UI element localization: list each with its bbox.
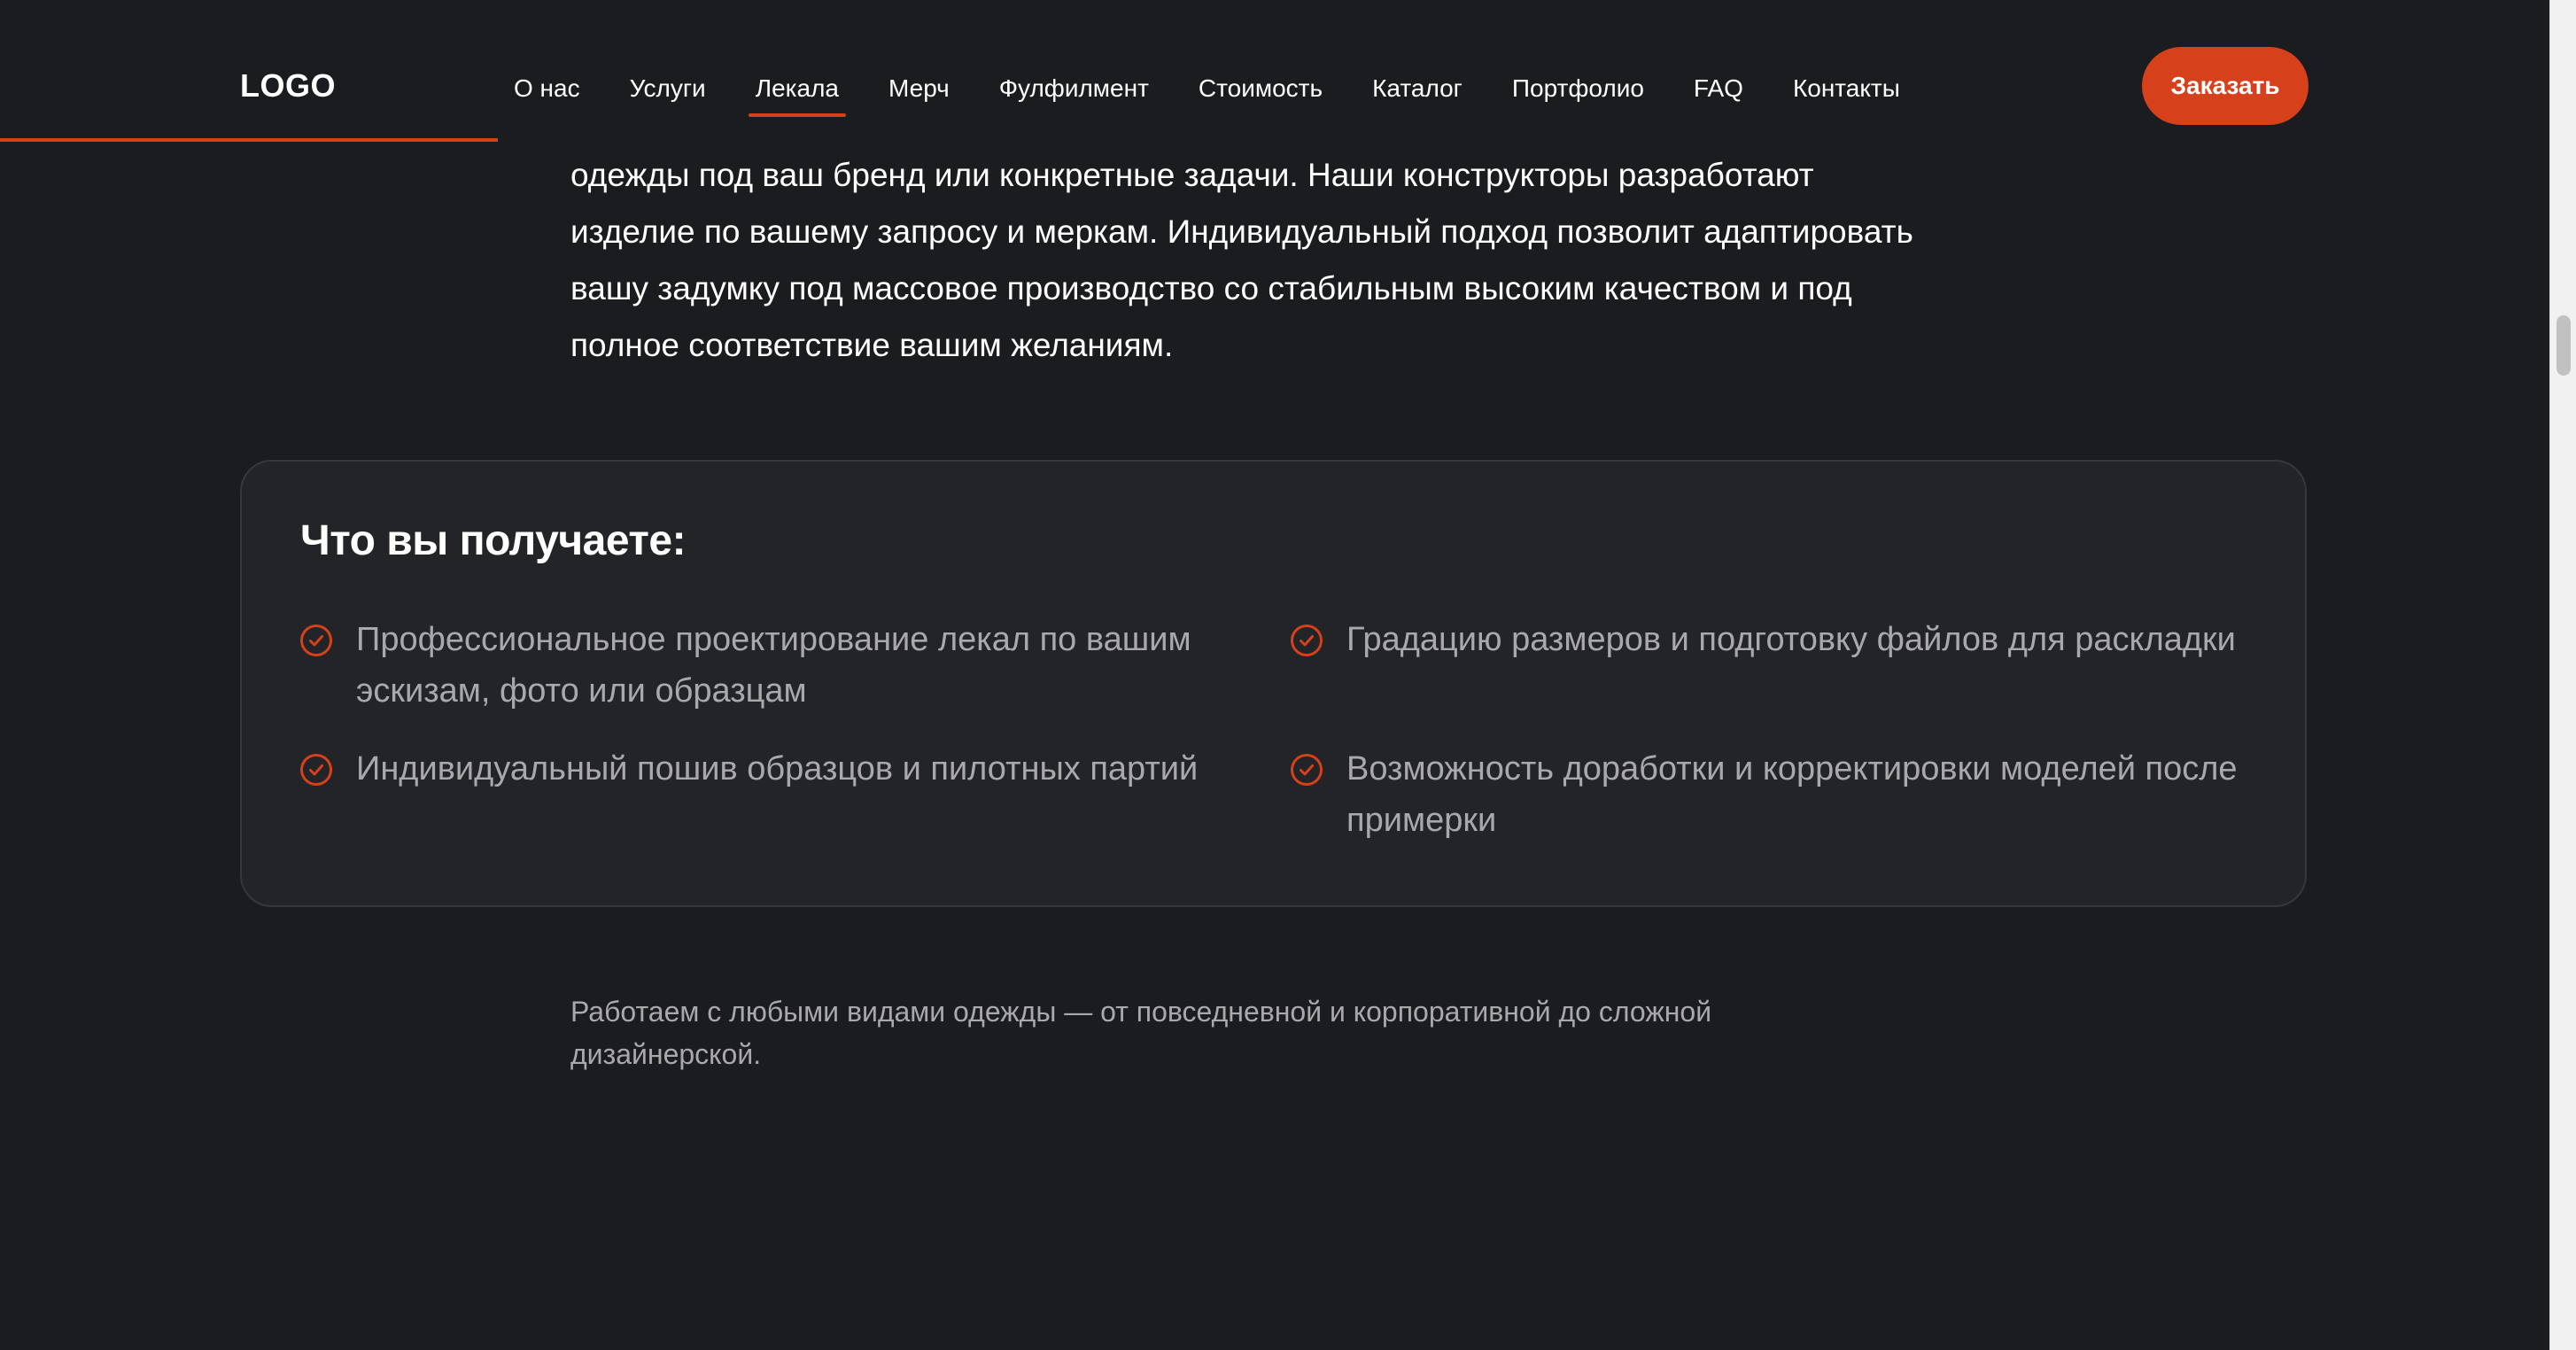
check-circle-icon	[1291, 625, 1323, 656]
nav-item-faq[interactable]: FAQ	[1694, 71, 1743, 106]
benefits-card: Что вы получаете: Профессиональное проек…	[240, 460, 2307, 907]
benefit-text: Индивидуальный пошив образцов и пилотных…	[356, 750, 1199, 788]
site-header: LOGO О нас Услуги Лекала Мерч Фулфилмент…	[0, 0, 2549, 142]
benefit-item: Возможность доработки и корректировки мо…	[1290, 743, 2264, 846]
benefit-item: Индивидуальный пошив образцов и пилотных…	[299, 743, 1238, 795]
intro-text: одежды под ваш бренд или конкретные зада…	[570, 147, 1988, 374]
page-scrollbar[interactable]	[2549, 0, 2576, 1350]
check-circle-icon	[300, 754, 332, 786]
main-nav: О нас Услуги Лекала Мерч Фулфилмент Стои…	[514, 71, 1950, 117]
nav-item-fulfillment[interactable]: Фулфилмент	[999, 71, 1149, 106]
benefit-text: Градацию размеров и подготовку файлов дл…	[1346, 621, 2236, 658]
nav-item-contacts[interactable]: Контакты	[1793, 71, 1900, 106]
benefit-item: Профессиональное проектирование лекал по…	[299, 614, 1238, 717]
clothing-types-note: Работаем с любыми видами одежды — от пов…	[570, 996, 1712, 1070]
nav-item-about[interactable]: О нас	[514, 71, 580, 106]
nav-item-services[interactable]: Услуги	[630, 71, 706, 106]
page: одежды под ваш бренд или конкретные зада…	[0, 0, 2549, 1350]
nav-item-catalog[interactable]: Каталог	[1372, 71, 1463, 106]
nav-item-portfolio[interactable]: Портфолио	[1512, 71, 1644, 106]
intro-line: полное соответствие вашим желаниям.	[570, 327, 1174, 363]
check-circle-icon	[1291, 754, 1323, 786]
benefit-text: Возможность доработки и корректировки мо…	[1346, 750, 2238, 839]
logo[interactable]: LOGO	[240, 67, 336, 105]
header-accent-line	[0, 138, 498, 142]
nav-item-pricing[interactable]: Стоимость	[1199, 71, 1323, 106]
benefit-text: Профессиональное проектирование лекал по…	[356, 621, 1191, 710]
benefit-item: Градацию размеров и подготовку файлов дл…	[1290, 614, 2264, 665]
intro-line: вашу задумку под массовое производство с…	[570, 270, 1852, 306]
nav-item-merch[interactable]: Мерч	[888, 71, 950, 106]
check-circle-icon	[300, 625, 332, 656]
intro-line: изделие по вашему запросу и меркам. Инди…	[570, 213, 1913, 250]
benefits-title: Что вы получаете:	[300, 517, 687, 564]
intro-line: одежды под ваш бренд или конкретные зада…	[570, 157, 1814, 193]
nav-item-patterns[interactable]: Лекала	[748, 71, 847, 117]
order-button[interactable]: Заказать	[2142, 47, 2308, 125]
scrollbar-thumb[interactable]	[2557, 315, 2571, 376]
